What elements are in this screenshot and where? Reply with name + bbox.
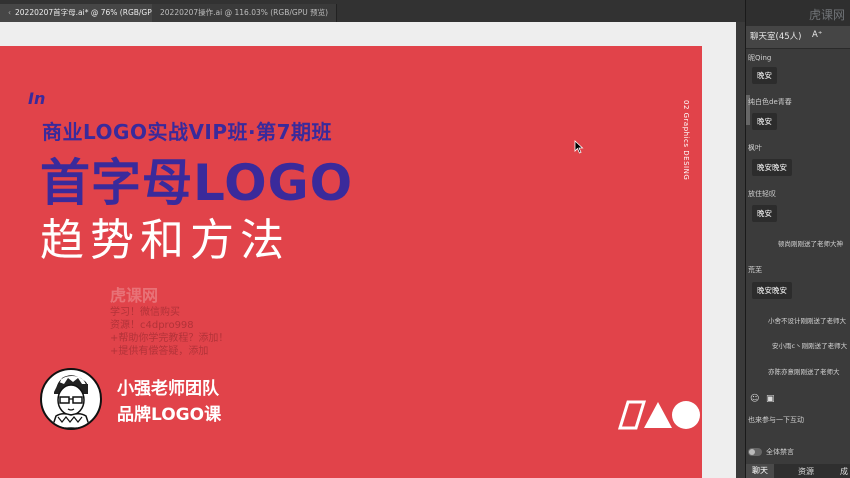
chat-panel: 虎课网 聊天室(45人) A⁺ 昵Qing 晚安 纯白色de青春 晚安 枫叶 晚… bbox=[745, 0, 850, 478]
tab-resources[interactable]: 资源 bbox=[798, 466, 814, 477]
chat-message-list[interactable]: 昵Qing 晚安 纯白色de青春 晚安 枫叶 晚安晚安 放住轻叹 晚安 顿尚刚刚… bbox=[746, 50, 850, 385]
message-author: 放住轻叹 bbox=[748, 190, 776, 198]
message-bubble: 晚安 bbox=[752, 113, 777, 130]
vertical-scrollbar[interactable] bbox=[736, 22, 745, 478]
panel-bottom-tabs: 聊天 资源 成 bbox=[746, 464, 850, 478]
course-subtitle: 商业LOGO实战VIP班·第7期班 bbox=[42, 120, 333, 144]
document-tab-bar: ‹20220207首字母.ai* @ 76% (RGB/GPU 预览)× 202… bbox=[0, 0, 745, 23]
gift-notice: 顿尚刚刚送了老师大神 bbox=[778, 240, 843, 248]
emoji-icon[interactable]: ☺ bbox=[750, 394, 760, 404]
mouse-cursor-icon bbox=[574, 140, 584, 154]
watermark-line: 资源！c4dpro998 bbox=[110, 320, 194, 331]
tab-label: 20220207操作.ai @ 116.03% (RGB/GPU 预览) bbox=[160, 8, 329, 17]
tab-document-2[interactable]: 20220207操作.ai @ 116.03% (RGB/GPU 预览) bbox=[152, 4, 338, 22]
avatar-portrait-icon bbox=[51, 375, 91, 428]
message-author: 纯白色de青春 bbox=[748, 98, 792, 106]
gift-notice: 小舍不设计刚刚送了老师大 bbox=[768, 317, 846, 325]
message-author: 荒芜 bbox=[748, 266, 762, 274]
mute-toggle[interactable] bbox=[748, 448, 762, 456]
brand-watermark: 虎课网 bbox=[808, 8, 845, 22]
watermark-line: +提供有偿答疑，添加 bbox=[110, 346, 209, 357]
chat-header: 聊天室(45人) A⁺ bbox=[746, 26, 850, 49]
tab-chat[interactable]: 聊天 bbox=[746, 464, 774, 478]
image-icon[interactable]: ▣ bbox=[766, 394, 776, 404]
gift-notice: 安小雨c丶刚刚送了老师大 bbox=[772, 342, 848, 350]
watermark-line: 学习！微信购买 bbox=[110, 307, 180, 318]
geometric-logo-icon bbox=[618, 400, 700, 430]
course-name: 品牌LOGO课 bbox=[117, 405, 222, 425]
title-line-2: 趋势和方法 bbox=[40, 215, 290, 266]
avatar bbox=[40, 368, 102, 430]
canvas-workspace[interactable]: In 商业LOGO实战VIP班·第7期班 首字母LOGO 趋势和方法 虎课网 学… bbox=[0, 22, 745, 478]
message-bubble: 晚安 bbox=[752, 67, 777, 84]
message-bubble: 晚安晚安 bbox=[752, 282, 792, 299]
chat-toolbar: ☺ ▣ bbox=[746, 392, 850, 408]
chat-input-placeholder[interactable]: 也来参与一下互动 bbox=[748, 415, 804, 425]
message-bubble: 晚安晚安 bbox=[752, 159, 792, 176]
room-title: 聊天室(45人) bbox=[750, 32, 802, 42]
side-vertical-text: 02 Graphics DESING bbox=[682, 100, 690, 181]
tab-more[interactable]: 成 bbox=[840, 466, 848, 477]
gift-notice: 亦陈亦意刚刚送了老师大 bbox=[768, 368, 840, 376]
in-mark: In bbox=[28, 89, 46, 108]
message-author: 昵Qing bbox=[748, 54, 772, 62]
mute-label: 全体禁言 bbox=[766, 448, 794, 456]
message-author: 枫叶 bbox=[748, 144, 762, 152]
chevron-left-icon[interactable]: ‹ bbox=[8, 8, 11, 17]
font-size-button[interactable]: A⁺ bbox=[812, 30, 822, 40]
watermark: 虎课网 学习！微信购买 资源！c4dpro998 +帮助你学完教程？添加！ +提… bbox=[110, 286, 228, 358]
mute-all-row[interactable]: 全体禁言 bbox=[748, 447, 794, 457]
watermark-line: +帮助你学完教程？添加！ bbox=[110, 333, 229, 344]
message-bubble: 晚安 bbox=[752, 205, 777, 222]
team-name: 小强老师团队 bbox=[117, 379, 219, 399]
panel-top-bar: 虎课网 bbox=[746, 0, 850, 26]
artboard[interactable]: In 商业LOGO实战VIP班·第7期班 首字母LOGO 趋势和方法 虎课网 学… bbox=[0, 46, 702, 478]
watermark-brand: 虎课网 bbox=[110, 286, 159, 305]
